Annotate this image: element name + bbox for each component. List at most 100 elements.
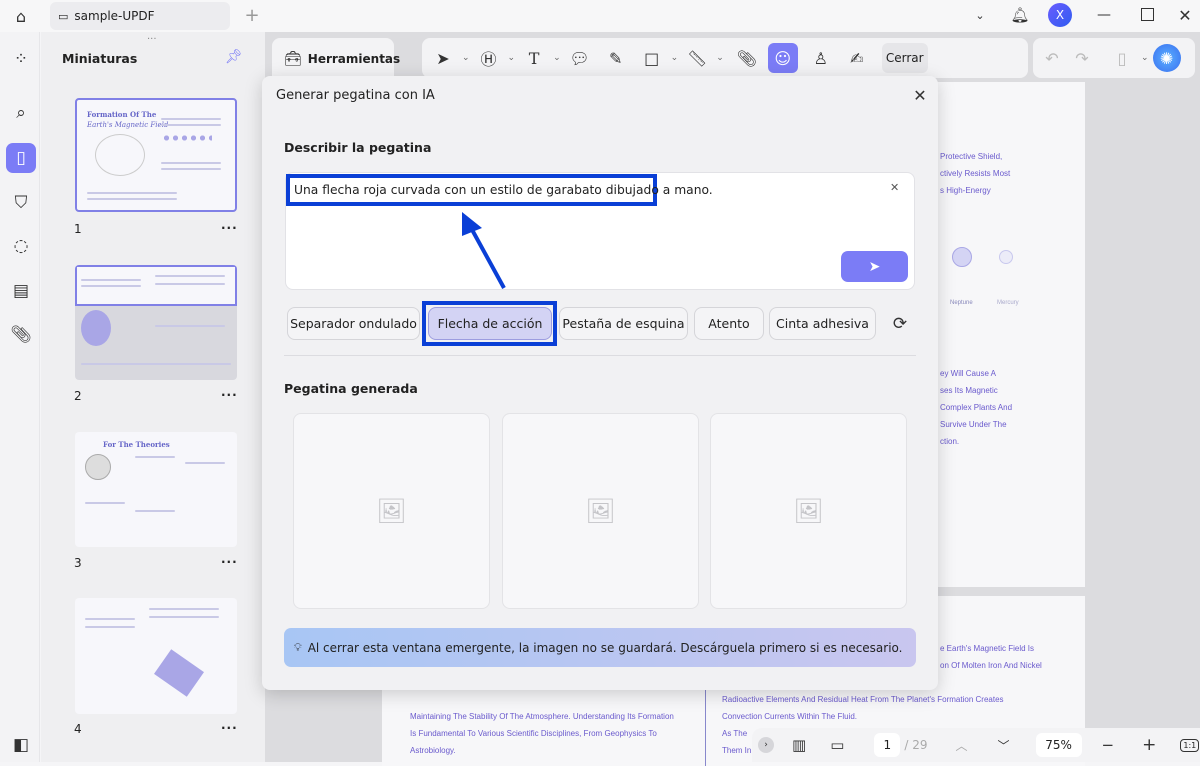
bell-icon[interactable]: 🔔︎ bbox=[1008, 3, 1032, 27]
stamp-tool-icon[interactable]: ♙ bbox=[806, 43, 836, 73]
refresh-icon[interactable]: ⟳ bbox=[888, 312, 912, 336]
close-dialog-button[interactable]: ✕ bbox=[910, 85, 930, 105]
image-placeholder-icon: 🖼︎ bbox=[376, 497, 407, 525]
comment-tool-icon[interactable]: 💬︎ bbox=[565, 43, 595, 73]
pin-icon[interactable]: 📌︎ bbox=[225, 49, 243, 65]
suggestion-chip[interactable]: Cinta adhesiva bbox=[769, 307, 876, 340]
close-tools-button[interactable]: Cerrar bbox=[881, 43, 928, 73]
minimize-button[interactable]: — bbox=[1092, 4, 1116, 26]
doc-text: Is Fundamental To Various Scientific Dis… bbox=[410, 729, 657, 738]
actual-size-button[interactable]: 1:1 bbox=[1180, 738, 1200, 752]
paperclip-icon[interactable]: 📎︎ bbox=[6, 320, 36, 350]
ai-assistant-icon[interactable]: ✺ bbox=[1152, 44, 1181, 72]
suggestion-chip[interactable]: Separador ondulado bbox=[287, 307, 420, 340]
send-button[interactable]: ➤ bbox=[841, 251, 908, 282]
generated-sticker-slot[interactable]: 🖼︎ bbox=[502, 413, 699, 609]
more-options-button[interactable]: ··· bbox=[221, 388, 238, 402]
thumbnail-page-3[interactable]: For The Theories bbox=[75, 432, 237, 547]
doc-text: ctively Resists Most bbox=[940, 169, 1011, 178]
lightbulb-icon: 💡︎ bbox=[294, 640, 302, 654]
signature-tool-icon[interactable]: ✍ bbox=[842, 43, 872, 73]
layers-icon[interactable]: ◧ bbox=[6, 730, 36, 760]
attachment-page-icon[interactable]: ▤ bbox=[6, 276, 36, 306]
tools-tab[interactable]: 🧰︎ Herramientas bbox=[272, 38, 400, 80]
text-tool-icon[interactable]: T bbox=[519, 43, 549, 73]
search-icon[interactable]: ⌕ bbox=[6, 98, 36, 128]
doc-text: ction. bbox=[940, 437, 960, 446]
suggestion-chip[interactable]: Pestaña de esquina bbox=[559, 307, 688, 340]
highlight-tool-icon[interactable]: Ⓗ bbox=[474, 43, 504, 73]
attachment-tool-icon[interactable]: 📎︎ bbox=[732, 43, 762, 73]
doc-text: Convection Currents Within The Fluid. bbox=[722, 712, 858, 721]
clear-input-icon[interactable]: ✕ bbox=[890, 181, 899, 194]
more-options-button[interactable]: ··· bbox=[221, 721, 238, 735]
doc-text: Them In bbox=[722, 746, 752, 755]
describe-label: Describir la pegatina bbox=[284, 140, 432, 155]
redo-icon[interactable]: ↷ bbox=[1067, 43, 1097, 73]
expand-icon[interactable]: › bbox=[758, 737, 774, 753]
new-tab-button[interactable]: + bbox=[242, 4, 262, 26]
drag-handle[interactable]: ··· bbox=[147, 34, 157, 45]
avatar[interactable]: X bbox=[1048, 3, 1072, 27]
save-icon[interactable]: ▯ bbox=[1107, 43, 1137, 73]
suggestion-chip-selected[interactable]: Flecha de acción bbox=[428, 307, 552, 340]
doc-text: Survive Under The bbox=[940, 420, 1007, 429]
doc-text: ses Its Magnetic bbox=[940, 386, 998, 395]
toolbox-icon: 🧰︎ bbox=[284, 51, 302, 67]
zoom-in-icon[interactable]: + bbox=[1142, 735, 1156, 755]
generated-sticker-slot[interactable]: 🖼︎ bbox=[710, 413, 907, 609]
next-page-icon[interactable]: ﹀ bbox=[998, 737, 1010, 754]
doc-text: s High-Energy bbox=[940, 186, 991, 195]
image-placeholder-icon: 🖼︎ bbox=[793, 497, 824, 525]
ai-sticker-dialog: Generar pegatina con IA ✕ Describir la p… bbox=[262, 76, 938, 690]
image-placeholder-icon: 🖼︎ bbox=[585, 497, 616, 525]
planet-label: Neptune bbox=[950, 300, 973, 306]
page-number: 4 bbox=[74, 722, 82, 736]
chevron-down-icon[interactable]: ⌄ bbox=[970, 4, 990, 26]
close-window-button[interactable]: ✕ bbox=[1174, 4, 1196, 26]
shape-tool-icon[interactable]: □ bbox=[637, 43, 667, 73]
page-input[interactable]: 1 bbox=[874, 733, 901, 757]
title-bar: ⌂ ▭ sample-UPDF + ⌄ 🔔︎ X — ✕ bbox=[0, 0, 1200, 32]
thumbnail-page-4[interactable] bbox=[75, 598, 237, 714]
dialog-title: Generar pegatina con IA bbox=[276, 88, 435, 103]
thumbnails-icon[interactable]: ▯ bbox=[6, 143, 36, 173]
prompt-textarea[interactable]: Una flecha roja curvada con un estilo de… bbox=[285, 172, 915, 290]
measure-tool-icon[interactable]: 📏︎ bbox=[682, 43, 712, 73]
suggestion-chip[interactable]: Atento bbox=[694, 307, 764, 340]
panel-title: Miniaturas bbox=[62, 51, 138, 66]
doc-text: on Of Molten Iron And Nickel bbox=[940, 661, 1042, 670]
divider bbox=[284, 355, 916, 356]
prev-page-icon[interactable]: ︿ bbox=[956, 737, 968, 754]
document-tab[interactable]: ▭ sample-UPDF bbox=[50, 2, 230, 30]
pencil-tool-icon[interactable]: ✎ bbox=[601, 43, 631, 73]
maximize-button[interactable] bbox=[1141, 8, 1154, 21]
annotation-toolbar: ➤ ⌄ Ⓗ ⌄ T ⌄ 💬︎ ✎ □ ⌄ 📏︎ ⌄ 📎︎ ☺ ♙ ✍ Cerrar bbox=[422, 38, 1028, 78]
bookmark-icon[interactable]: ⛉ bbox=[6, 188, 36, 218]
page-navigation-bar: › ▥ ▭ 1 / 29 ︿ ﹀ 75% − + 1:1 bbox=[752, 728, 1200, 762]
doc-text: e Earth's Magnetic Field Is bbox=[940, 644, 1035, 653]
page-layout-icon[interactable]: ▥ bbox=[792, 736, 806, 754]
zoom-input[interactable]: 75% bbox=[1035, 733, 1082, 757]
more-options-button[interactable]: ··· bbox=[221, 555, 238, 569]
select-tool-icon[interactable]: ➤ bbox=[428, 43, 458, 73]
thumbnail-page-2[interactable] bbox=[75, 265, 237, 380]
apps-icon[interactable]: ⁘ bbox=[6, 44, 36, 74]
left-rail: ⁘ ⌕ ▯ ⛉ ◌ ▤ 📎︎ ◧ bbox=[0, 32, 40, 762]
doc-text: As The bbox=[722, 729, 748, 738]
more-options-button[interactable]: ··· bbox=[221, 221, 238, 235]
comment-icon: ▭ bbox=[58, 9, 69, 23]
thumbnail-page-1[interactable]: Formation Of The Earth's Magnetic Field bbox=[75, 98, 237, 212]
page-number: 3 bbox=[74, 556, 82, 570]
zoom-out-icon[interactable]: − bbox=[1102, 736, 1115, 754]
home-icon[interactable]: ⌂ bbox=[8, 4, 34, 28]
annotation-arrow bbox=[462, 212, 506, 289]
doc-text: Astrobiology. bbox=[410, 746, 456, 755]
generated-label: Pegatina generada bbox=[284, 381, 418, 396]
presentation-icon[interactable]: ▭ bbox=[830, 736, 844, 754]
undo-icon[interactable]: ↶ bbox=[1037, 43, 1067, 73]
sticker-tool-icon[interactable]: ☺ bbox=[767, 43, 798, 73]
generated-sticker-slot[interactable]: 🖼︎ bbox=[293, 413, 490, 609]
info-banner: 💡︎ Al cerrar esta ventana emergente, la … bbox=[284, 628, 916, 667]
comment-list-icon[interactable]: ◌ bbox=[6, 231, 36, 261]
